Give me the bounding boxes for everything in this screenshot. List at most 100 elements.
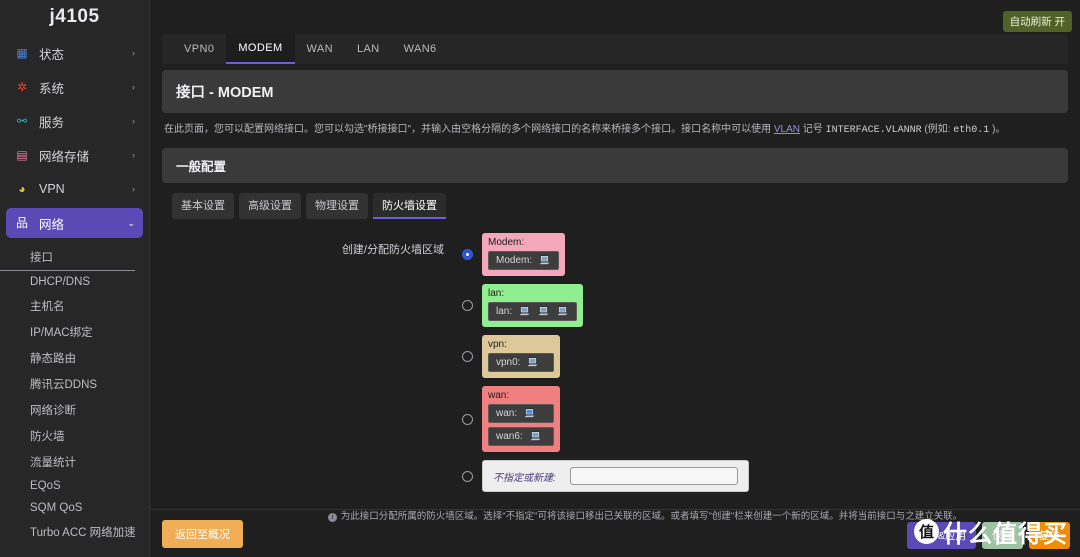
interface-box-1: wan6: (488, 427, 554, 446)
chevron-icon: › (132, 48, 135, 58)
description-text-4: )。 (992, 124, 1006, 135)
new-zone-input[interactable] (569, 467, 738, 485)
zone-name: lan: (488, 288, 505, 299)
chevron-icon: › (132, 184, 135, 194)
zone-radio-1[interactable] (462, 300, 473, 311)
footer-bar: 返回至概况 保存&应用 保存 复位 值 什么值得买 (150, 509, 1080, 557)
network-adapter-icon (528, 431, 542, 441)
topbar: 自动刷新 开 (150, 0, 1080, 34)
submenu-item-8[interactable]: 流量统计 (0, 449, 149, 475)
zone-radio-2[interactable] (462, 351, 473, 362)
interface-box-0: Modem: (488, 251, 560, 270)
footer-action-buttons: 保存&应用 保存 复位 (906, 522, 1070, 549)
submenu-item-3[interactable]: IP/MAC绑定 (0, 319, 149, 345)
zone-radio-3[interactable] (462, 413, 473, 425)
sidebar-item-label: 网络 (39, 217, 65, 232)
subtab-3[interactable]: 防火墙设置 (373, 193, 446, 219)
sidebar-item-5[interactable]: 品网络 ⌄ (6, 208, 143, 238)
chevron-icon: ⌄ (127, 217, 135, 228)
description-mono-2: eth0.1 (953, 125, 990, 136)
network-adapter-icon (538, 255, 551, 265)
database-icon: ▤ (16, 148, 28, 162)
interface-box-0: wan: (488, 404, 554, 423)
tab-modem[interactable]: MODEM (226, 34, 295, 64)
zone-name: vpn: (488, 339, 507, 350)
firewall-zone-row-2: vpn: vpn0: (462, 335, 749, 378)
node-icon: ⚯ (16, 114, 28, 128)
firewall-zone-label: 创建/分配防火墙区域 (341, 244, 444, 256)
tab-lan[interactable]: LAN (345, 34, 392, 64)
page-title: 接口 - MODEM (162, 70, 1068, 113)
submenu-item-4[interactable]: 静态路由 (0, 345, 149, 371)
zone-radio-0[interactable] (462, 249, 473, 260)
tab-wan6[interactable]: WAN6 (392, 34, 449, 64)
sidebar-item-label: VPN (39, 182, 65, 196)
submenu-item-7[interactable]: 防火墙 (0, 423, 149, 449)
network-icon: 品 (15, 216, 28, 230)
interface-label: Modem: (496, 255, 533, 266)
submenu-item-1[interactable]: DHCP/DNS (0, 271, 149, 293)
sidebar-item-label: 服务 (39, 115, 65, 130)
unspecified-zone-row: 不指定或新建: (462, 460, 749, 492)
submenu-item-6[interactable]: 网络诊断 (0, 397, 149, 423)
save-and-apply-button[interactable]: 保存&应用 (906, 522, 976, 549)
page-description: 在此页面，您可以配置网络接口。您可以勾选"桥接接口"，并输入由空格分隔的多个网络… (164, 123, 1066, 138)
grid-icon: ▦ (16, 46, 28, 60)
interface-label: vpn0: (496, 357, 521, 368)
zone-name: wan: (488, 390, 510, 401)
sidebar-item-1[interactable]: ✲ 系统 › (6, 72, 143, 102)
submenu-item-9[interactable]: EQoS (0, 475, 149, 497)
auto-refresh-button[interactable]: 自动刷新 开 (1002, 11, 1072, 32)
reset-button[interactable]: 复位 (1029, 522, 1070, 549)
section-title: 一般配置 (162, 148, 1068, 183)
network-adapter-icon (537, 306, 550, 316)
sidebar: j4105 ▦ 状态 › ✲ 系统 › ⚯ 服务 › ▤ 网络存储 › ◕ VPN › 品网络 ⌄ 接口 DHCP/… (0, 0, 150, 557)
save-button[interactable]: 保存 (982, 522, 1023, 549)
tab-vpn0[interactable]: VPN0 (172, 34, 226, 64)
sidebar-item-6[interactable]: ▣带宽监控› (6, 553, 143, 557)
chevron-icon: › (132, 116, 135, 126)
submenu-item-0[interactable]: 接口 (0, 244, 135, 271)
subtab-2[interactable]: 物理设置 (306, 193, 368, 219)
description-text-1: 在此页面，您可以配置网络接口。您可以勾选"桥接接口"，并输入由空格分隔的多个网络… (164, 124, 772, 135)
network-adapter-icon (518, 306, 531, 316)
zone-box-3[interactable]: wan: wan: wan6: (482, 386, 560, 452)
description-text-2: 记号 (802, 124, 823, 135)
gear-icon: ✲ (16, 80, 28, 94)
sidebar-item-4[interactable]: ◕ VPN › (6, 174, 143, 204)
sidebar-item-label: 网络存储 (39, 149, 90, 164)
main-content: 自动刷新 开 VPN0 MODEM WAN LAN WAN6 接口 - MODEM 在此… (150, 0, 1080, 557)
zone-radio-unspecified[interactable] (462, 470, 473, 482)
subtab-0[interactable]: 基本设置 (172, 193, 234, 219)
unspecified-zone-box: 不指定或新建: (482, 460, 749, 492)
chevron-icon: › (132, 150, 135, 160)
vlan-link[interactable]: VLAN (774, 124, 800, 135)
submenu-item-11[interactable]: Turbo ACC 网络加速 (0, 519, 149, 545)
sidebar-item-2[interactable]: ⚯ 服务 › (6, 106, 143, 136)
subtab-1[interactable]: 高级设置 (239, 193, 301, 219)
back-to-overview-button[interactable]: 返回至概况 (162, 520, 243, 548)
sidebar-item-label: 系统 (39, 81, 65, 96)
zone-box-1[interactable]: lan: lan: (482, 284, 584, 327)
zone-box-0[interactable]: Modem: Modem: (482, 233, 566, 276)
sidebar-item-3[interactable]: ▤ 网络存储 › (6, 140, 143, 170)
tab-wan[interactable]: WAN (295, 34, 345, 64)
firewall-zone-row: 创建/分配防火墙区域 Modem: Modem: lan: lan: vpn: vpn0:… (150, 233, 1080, 492)
network-adapter-icon (526, 357, 540, 367)
description-mono-1: INTERFACE.VLANNR (825, 125, 922, 136)
interface-label: wan: (496, 408, 518, 419)
zone-box-2[interactable]: vpn: vpn0: (482, 335, 560, 378)
submenu-item-10[interactable]: SQM QoS (0, 497, 149, 519)
network-submenu: 接口 DHCP/DNS 主机名 IP/MAC绑定 静态路由 腾讯云DDNS 网络诊断 防火墙流… (0, 242, 149, 549)
interface-label: wan6: (496, 431, 523, 442)
description-text-3: (例如: (924, 124, 951, 135)
submenu-item-2[interactable]: 主机名 (0, 293, 149, 319)
sidebar-menu: ▦ 状态 › ✲ 系统 › ⚯ 服务 › ▤ 网络存储 › ◕ VPN › 品网络 ⌄ 接口 DHCP/DNS 主机名… (0, 34, 149, 557)
firewall-zone-row-3: wan: wan: wan6: (462, 386, 749, 452)
globe-icon: ◕ (18, 182, 26, 196)
firewall-zone-row-1: lan: lan: (462, 284, 749, 327)
brand-logo: j4105 (49, 6, 100, 27)
sidebar-item-0[interactable]: ▦ 状态 › (6, 38, 143, 68)
firewall-zone-row-0: Modem: Modem: (462, 233, 749, 276)
submenu-item-5[interactable]: 腾讯云DDNS (0, 371, 149, 397)
